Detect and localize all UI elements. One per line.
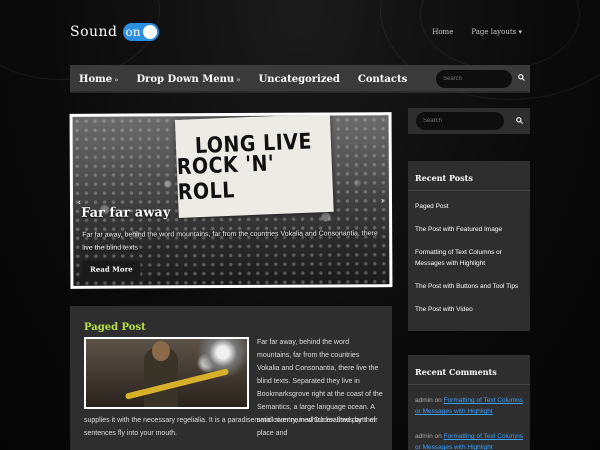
sidebar-search-input[interactable] [416, 112, 504, 130]
top-nav: Home Page layouts ▾ [432, 28, 522, 36]
site-logo[interactable]: Sound on [70, 23, 159, 41]
sign-line-2: ROCK 'N' ROLL [176, 150, 275, 206]
slide-title[interactable]: Far far away [81, 205, 170, 220]
top-nav-page-layouts[interactable]: Page layouts ▾ [471, 28, 522, 36]
nav-item-drop-down-menu[interactable]: Drop Down Menu» [136, 74, 240, 85]
widget-title: Recent Posts [415, 173, 473, 183]
recent-post-link[interactable]: The Post with Featured Image [408, 224, 530, 235]
recent-posts-widget: Recent Posts Paged Post The Post with Fe… [408, 161, 530, 331]
search-icon[interactable] [518, 74, 525, 81]
recent-post-link[interactable]: Formatting of Text Columns or Messages w… [408, 247, 530, 269]
slider-image: LONG LIVE ROCK 'N' ROLL ‹ › Far far away… [72, 115, 390, 286]
recent-comment: admin on Formatting of Text Columns or M… [408, 395, 530, 417]
nav-item-label: Uncategorized [258, 73, 340, 85]
post-card: Paged Post Far far away, behind the word… [70, 306, 392, 450]
divider [408, 384, 530, 385]
comment-on: on [434, 397, 442, 404]
post-excerpt-continued: supplies it with the necessary regeliali… [84, 417, 376, 437]
nav-item-home[interactable]: Home» [79, 74, 118, 85]
guitarist-photo [86, 339, 247, 407]
nav-item-uncategorized[interactable]: Uncategorized [259, 74, 340, 85]
recent-post-link[interactable]: The Post with Buttons and Tool Tips [408, 281, 530, 292]
sidebar-search-widget [408, 108, 530, 134]
nav-item-label: Drop Down Menu [136, 73, 235, 85]
logo-toggle-label: on [125, 25, 141, 39]
featured-slider: LONG LIVE ROCK 'N' ROLL ‹ › Far far away… [69, 112, 393, 289]
post-featured-image[interactable] [84, 337, 249, 409]
read-more-button[interactable]: Read More [82, 260, 141, 278]
toggle-knob-icon [142, 25, 157, 39]
logo-text: Sound [70, 24, 118, 40]
logo-toggle-icon: on [122, 23, 159, 41]
protest-sign: LONG LIVE ROCK 'N' ROLL [174, 115, 334, 218]
nav-item-label: Contacts [357, 73, 408, 85]
slide-text: Far far away, behind the word mountains,… [82, 230, 378, 252]
widget-title: Recent Comments [415, 367, 497, 377]
nav-item-label: Home [79, 73, 113, 85]
main-nav: Home» Drop Down Menu» Uncategorized Cont… [70, 65, 530, 93]
recent-comment: admin on Formatting of Text Columns or M… [408, 431, 530, 450]
recent-post-link[interactable]: Paged Post [408, 201, 530, 212]
top-nav-home[interactable]: Home [432, 28, 453, 36]
search-icon[interactable] [516, 117, 523, 124]
divider [408, 190, 530, 191]
recent-post-link[interactable]: The Post with Video [408, 304, 530, 315]
slider-next-icon[interactable]: › [381, 195, 384, 205]
nav-search-input[interactable] [436, 70, 512, 88]
comment-author: admin [415, 397, 433, 404]
dropdown-arrow-icon: » [114, 74, 119, 84]
recent-comments-widget: Recent Comments admin on Formatting of T… [408, 355, 530, 450]
comment-on: on [434, 433, 442, 440]
guitarist-head [152, 341, 170, 361]
nav-item-contacts[interactable]: Contacts [358, 74, 407, 85]
dropdown-arrow-icon: » [236, 74, 241, 84]
post-title[interactable]: Paged Post [84, 322, 146, 333]
page: Sound on Home Page layouts ▾ Home» Drop … [0, 0, 600, 450]
comment-author: admin [415, 433, 433, 440]
